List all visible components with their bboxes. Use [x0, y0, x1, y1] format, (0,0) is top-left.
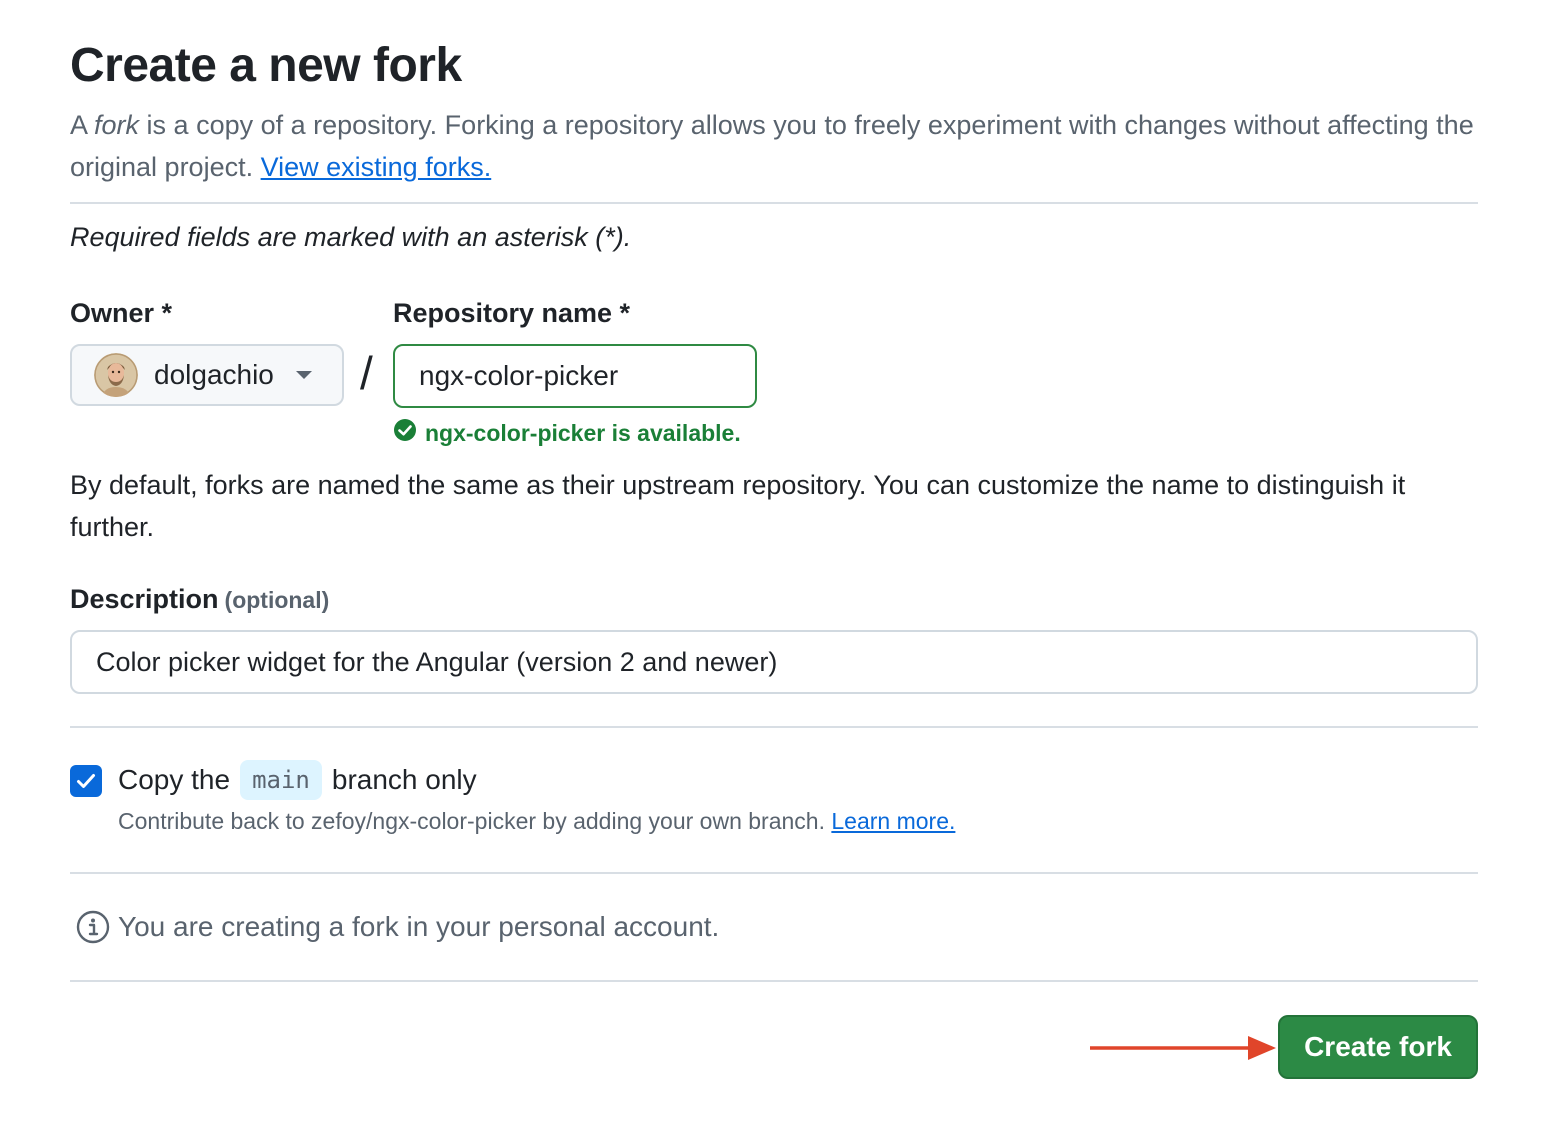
info-text: You are creating a fork in your personal…	[118, 911, 720, 942]
owner-repo-separator: /	[360, 347, 373, 399]
intro-fork-emphasis: fork	[94, 110, 140, 140]
divider	[70, 202, 1478, 204]
divider	[70, 726, 1478, 728]
check-icon	[77, 774, 95, 788]
copy-branch-help: Contribute back to zefoy/ngx-color-picke…	[118, 808, 955, 835]
personal-account-info: You are creating a fork in your personal…	[76, 910, 719, 944]
create-fork-button[interactable]: Create fork	[1278, 1015, 1478, 1079]
divider	[70, 980, 1478, 982]
divider	[70, 872, 1478, 874]
owner-label: Owner *	[70, 298, 173, 328]
description-label: Description (optional)	[70, 584, 329, 615]
owner-name: dolgachio	[154, 359, 274, 390]
view-existing-forks-link[interactable]: View existing forks.	[261, 152, 492, 182]
copy-main-branch-checkbox[interactable]	[70, 765, 102, 797]
copy-branch-text-before: Copy the	[118, 764, 231, 795]
copy-branch-help-text: Contribute back to zefoy/ngx-color-picke…	[118, 808, 832, 834]
triangle-down-icon	[295, 371, 312, 379]
description-input[interactable]	[70, 630, 1478, 694]
annotation-arrow-icon	[1088, 1034, 1278, 1067]
info-icon	[76, 910, 110, 944]
page-title: Create a new fork	[70, 39, 462, 92]
user-avatar-icon	[94, 353, 138, 397]
availability-status: ngx-color-picker is available.	[393, 418, 741, 448]
description-label-text: Description	[70, 584, 219, 614]
required-fields-note: Required fields are marked with an aster…	[70, 222, 632, 252]
copy-branch-label: Copy the main branch only	[118, 760, 477, 800]
page-intro: A fork is a copy of a repository. Forkin…	[70, 104, 1480, 188]
description-optional-hint: (optional)	[224, 587, 330, 613]
check-circle-icon	[393, 418, 417, 448]
default-name-note: By default, forks are named the same as …	[70, 470, 1406, 542]
repository-name-input[interactable]	[393, 344, 757, 408]
repository-name-label: Repository name *	[393, 298, 631, 328]
copy-branch-text-after: branch only	[331, 764, 477, 795]
branch-name-code: main	[240, 760, 322, 800]
learn-more-link[interactable]: Learn more.	[831, 808, 955, 834]
avatar	[94, 353, 138, 397]
intro-text-a: A	[70, 110, 95, 140]
availability-text: ngx-color-picker is available.	[425, 419, 741, 446]
owner-select-button[interactable]: dolgachio	[70, 344, 344, 406]
